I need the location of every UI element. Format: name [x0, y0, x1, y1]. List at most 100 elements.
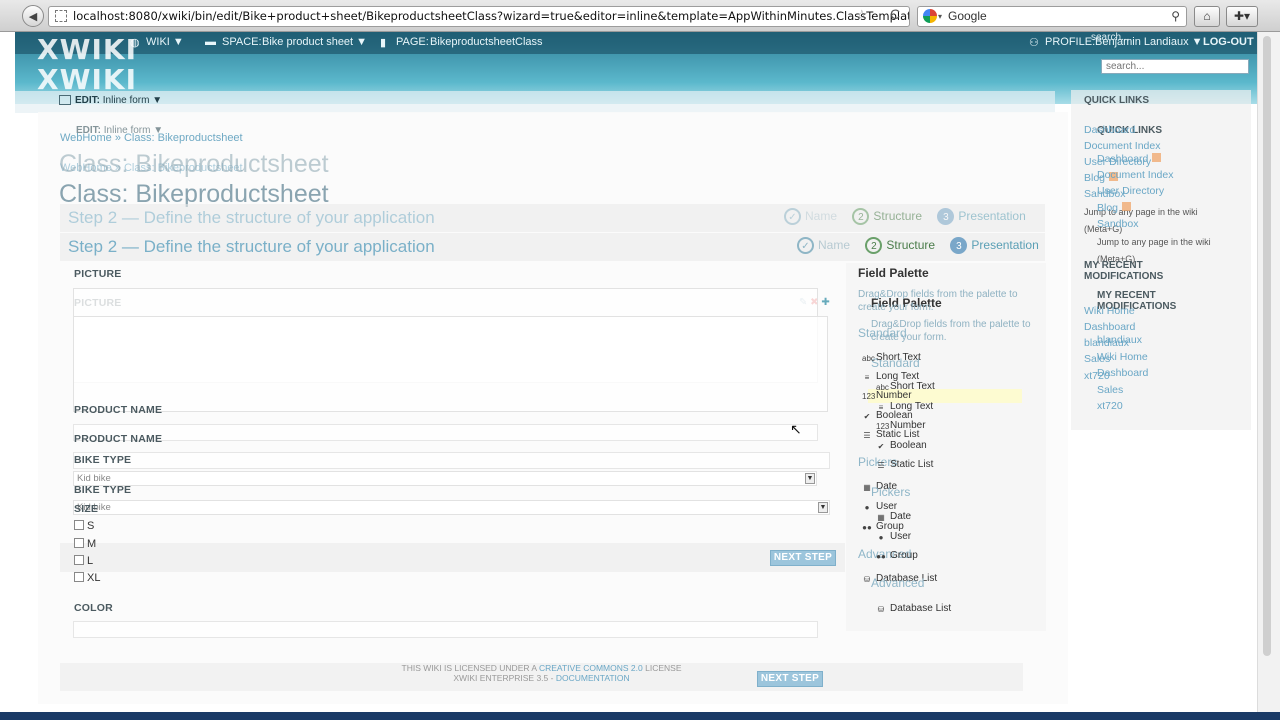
color-input[interactable] [73, 621, 818, 638]
wiki-menu[interactable]: WIKI ▼ [146, 36, 184, 48]
static-list-icon: ☰ [877, 461, 885, 470]
palette-item[interactable]: ▦ Date [876, 511, 911, 523]
xwiki-logo[interactable]: XWIKI [37, 36, 137, 64]
palette-item[interactable]: ⛁ Database List [876, 603, 952, 615]
license-suffix: LICENSE [645, 663, 682, 673]
step1-check-icon: ✓ [784, 208, 801, 225]
recent-item[interactable]: blandiaux [1097, 334, 1142, 346]
palette-item-label: Static List [890, 459, 934, 470]
user-directory-link[interactable]: User Directory [1097, 185, 1164, 197]
palette-item-label: Boolean [890, 440, 927, 451]
step-title: Step 2 — Define the structure of your ap… [68, 237, 435, 256]
breadcrumb[interactable]: WebHome » Class: Bikeproductsheet [60, 132, 243, 144]
size-option-l[interactable]: L [74, 555, 93, 567]
home-button[interactable]: ⌂ [1194, 6, 1220, 27]
chevron-down-icon: ▾ [938, 12, 943, 21]
recent-item[interactable]: Dashboard [1097, 367, 1148, 379]
step1-label[interactable]: Name [818, 238, 850, 252]
boolean-icon: ✔ [863, 412, 871, 421]
blog-link[interactable]: Blog [1097, 202, 1132, 214]
size-l-checkbox[interactable] [74, 555, 84, 565]
page-name[interactable]: BikeproductsheetClass [430, 36, 543, 48]
recent-item-ghost[interactable]: Dashboard [1084, 321, 1135, 333]
browser-toolbar: ◀ localhost:8080/xwiki/bin/edit/Bike+pro… [0, 0, 1280, 32]
move-field-icon[interactable]: ✚ [821, 297, 829, 308]
palette-item[interactable]: ● User [876, 531, 912, 543]
palette-item-label: Number [890, 420, 926, 431]
size-m-checkbox[interactable] [74, 538, 84, 548]
palette-pickers[interactable]: Pickers [871, 485, 910, 499]
document-index-link[interactable]: Document Index [1097, 169, 1173, 181]
palette-item[interactable]: abcShort Text [862, 352, 921, 364]
license-link[interactable]: CREATIVE COMMONS 2.0 [539, 663, 643, 673]
bookmarks-button[interactable]: ✚▾ [1226, 6, 1258, 27]
long-text-icon: ≡ [864, 373, 870, 382]
profile-icon: ⚇ [1029, 37, 1039, 49]
size-xl-checkbox[interactable] [74, 572, 84, 582]
version-line: XWIKI ENTERPRISE 3.5 - DOCUMENTATION [60, 673, 1023, 683]
boolean-icon: ✔ [877, 442, 885, 451]
address-bar[interactable]: localhost:8080/xwiki/bin/edit/Bike+produ… [48, 6, 910, 27]
page-scrollbar[interactable] [1257, 32, 1280, 720]
palette-item[interactable]: ≡ Long Text [876, 401, 934, 413]
palette-item-label: Short Text [876, 352, 921, 363]
product-name-input[interactable] [73, 452, 830, 469]
document-index-link-ghost[interactable]: Document Index [1084, 140, 1160, 152]
dashboard-link[interactable]: Dashboard [1097, 153, 1162, 165]
wiki-search-input[interactable] [1101, 59, 1249, 74]
palette-item[interactable]: abcShort Text [876, 381, 935, 393]
user-icon: ● [878, 533, 884, 542]
size-option-s[interactable]: S [74, 520, 94, 532]
version-text: XWIKI ENTERPRISE 3.5 - [453, 673, 554, 683]
bike-type-select-ghost: Kid bike ▼ [73, 471, 817, 486]
dashboard-link-ghost[interactable]: Dashboard [1084, 124, 1135, 136]
back-button[interactable]: ◀ [22, 5, 44, 27]
sandbox-link[interactable]: Sandbox [1097, 218, 1138, 230]
palette-item[interactable]: ☰ Static List [876, 459, 933, 471]
bike-type-select[interactable]: Kid bike ▼ [73, 500, 830, 515]
size-m-label: M [87, 538, 97, 550]
product-name-label-ghost: PRODUCT NAME [74, 404, 163, 416]
bookmark-star-icon[interactable]: ☆ [856, 7, 868, 23]
recent-item[interactable]: Sales [1097, 384, 1123, 396]
step3-label[interactable]: Presentation [971, 238, 1038, 252]
palette-item[interactable]: ✔ Boolean [876, 440, 927, 452]
space-menu[interactable]: Bike product sheet ▼ [262, 36, 367, 48]
mouse-cursor-icon: ↖ [790, 421, 802, 437]
recent-item-ghost[interactable]: Wiki Home [1084, 305, 1135, 317]
date-icon: ▦ [877, 513, 885, 522]
palette-item[interactable]: ●● Group [876, 550, 918, 562]
xwiki-logo-ghost: XWIKI [37, 63, 138, 96]
color-label: COLOR [74, 602, 113, 614]
dashboard-label: Dashboard [1097, 153, 1149, 165]
chevron-down-icon: ▼ [818, 502, 828, 513]
picture-textarea[interactable] [73, 316, 828, 412]
picture-label-ghost: PICTURE [74, 268, 122, 280]
step3-number: 3 [950, 237, 968, 254]
documentation-link[interactable]: DOCUMENTATION [556, 673, 630, 683]
wizard-stepper-ghost: ✓ Name 2 Structure 3 Presentation [784, 208, 1038, 225]
profile-label: PROFILE: [1045, 36, 1096, 48]
scroll-thumb[interactable] [1263, 36, 1271, 656]
edit-mode-menu[interactable]: EDIT: Inline form ▼ [75, 95, 162, 106]
recent-title-ghost: MY RECENT MODIFICATIONS [1084, 260, 1164, 282]
palette-advanced[interactable]: Advanced [871, 576, 924, 590]
browser-search-bar[interactable]: ▾ Google ⚲ [917, 6, 1187, 27]
refresh-icon[interactable]: C [890, 6, 900, 22]
next-step-button-ghost[interactable]: NEXT STEP [770, 550, 836, 566]
search-icon[interactable]: ⚲ [1171, 7, 1180, 26]
size-s-checkbox[interactable] [74, 520, 84, 530]
size-option-m[interactable]: M [74, 538, 96, 550]
database-list-icon: ⛁ [877, 605, 885, 614]
palette-item[interactable]: 123Number [876, 420, 926, 432]
space-label: SPACE: [222, 36, 262, 48]
recent-item[interactable]: Wiki Home [1097, 351, 1148, 363]
logout-link[interactable]: LOG-OUT [1203, 36, 1254, 48]
recent-item[interactable]: xt720 [1097, 400, 1123, 412]
page-doc-icon: ▮ [380, 37, 387, 49]
user-icon: ● [864, 503, 870, 512]
folder-icon: ▬ [205, 36, 216, 48]
size-option-xl[interactable]: XL [74, 572, 100, 584]
next-step-button[interactable]: NEXT STEP [757, 671, 823, 687]
step1-label: Name [805, 208, 838, 223]
